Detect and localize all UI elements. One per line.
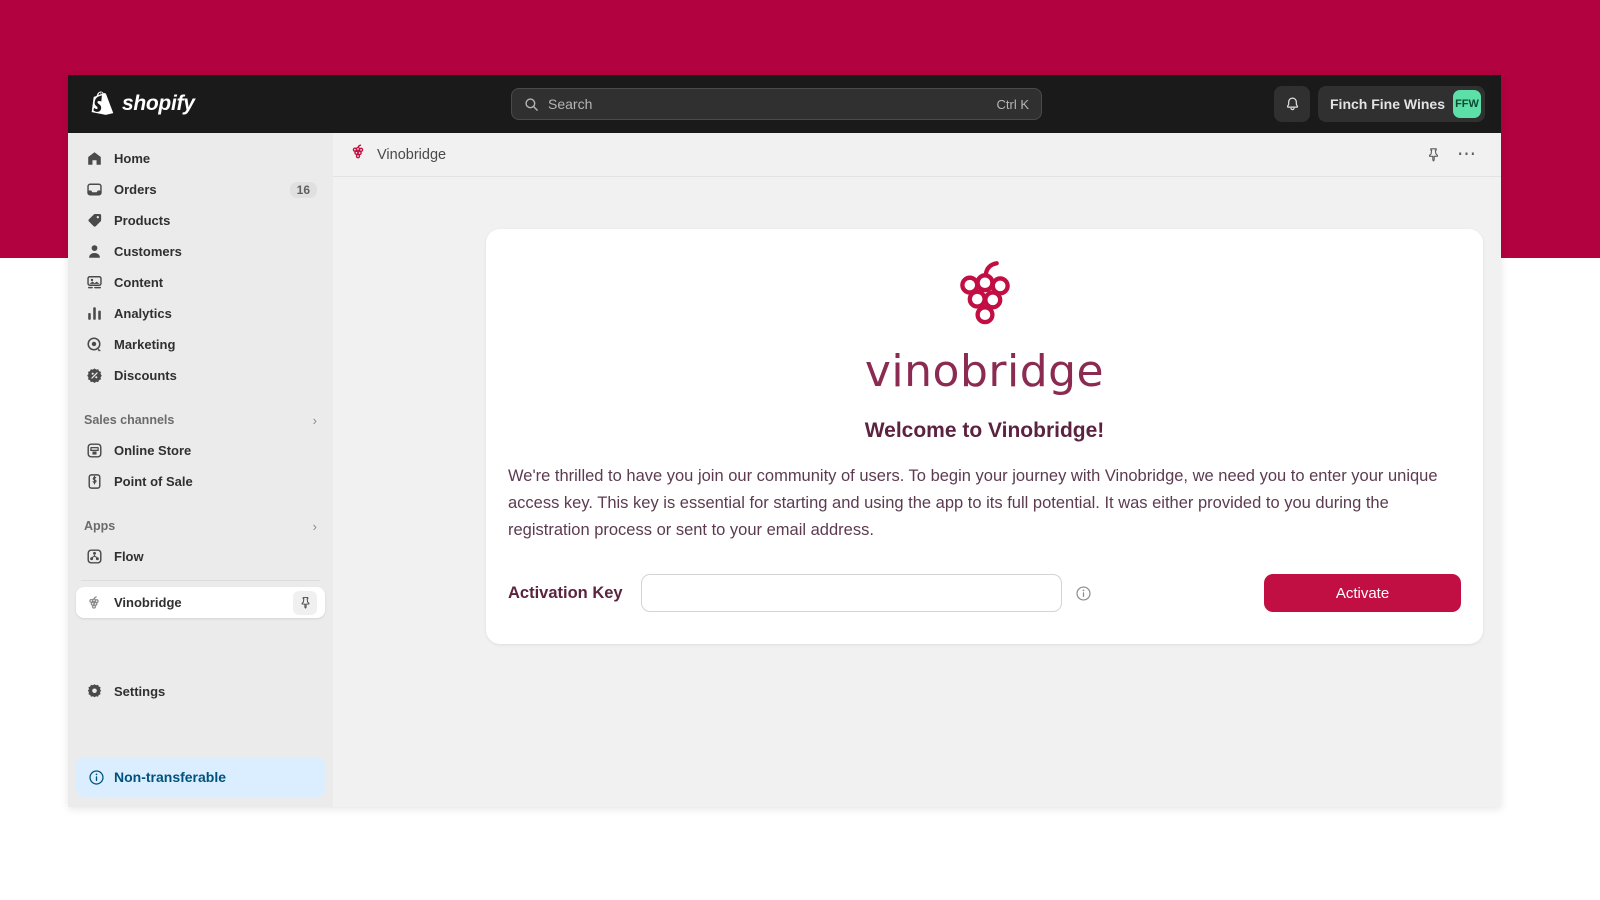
vinobridge-wordmark: vinobridge [864,346,1105,397]
more-options-button[interactable]: ⋯ [1457,145,1477,164]
section-label: Sales channels [84,413,175,427]
sidebar-item-label: Orders [114,182,157,197]
top-bar-right: Finch Fine Wines FFW [1274,86,1485,122]
pin-icon [301,597,309,609]
activation-key-info-button[interactable] [1075,585,1092,602]
sidebar-item-discounts[interactable]: Discounts [76,360,325,391]
sidebar-item-customers[interactable]: Customers [76,236,325,267]
sidebar-item-label: Flow [114,549,144,564]
gear-icon [84,682,104,702]
activation-key-input[interactable] [640,574,1062,612]
activation-card: vinobridge Welcome to Vinobridge! We're … [486,229,1483,644]
sidebar-item-label: Marketing [114,337,176,352]
sidebar-item-label: Online Store [114,443,192,458]
sidebar-item-home[interactable]: Home [76,143,325,174]
sidebar-section-sales-channels[interactable]: Sales channels › [76,405,325,435]
chevron-right-icon: › [312,412,317,428]
shopify-admin-window: shopify Search Ctrl K Finch Fine Wines F… [68,75,1501,807]
sidebar-item-label: Content [114,275,164,290]
search-input[interactable]: Search Ctrl K [511,88,1042,120]
top-bar: shopify Search Ctrl K Finch Fine Wines F… [68,75,1501,133]
sidebar-item-content[interactable]: Content [76,267,325,298]
store-switcher[interactable]: Finch Fine Wines FFW [1318,86,1485,122]
person-icon [84,242,104,262]
grape-icon [84,593,104,613]
shopify-logo[interactable]: shopify [89,91,195,118]
shopify-wordmark: shopify [122,92,195,115]
chevron-right-icon: › [312,518,317,534]
marketing-target-icon [84,335,104,355]
avatar: FFW [1453,90,1481,118]
info-circle-icon [89,769,104,785]
sidebar-section-apps[interactable]: Apps › [76,511,325,541]
sidebar-item-label: Home [114,151,151,166]
activation-key-label: Activation Key [508,583,623,602]
section-label: Apps [84,519,116,533]
discount-percent-icon [84,366,104,386]
store-name: Finch Fine Wines [1330,96,1445,112]
intro-paragraph: We're thrilled to have you join our comm… [508,467,1438,539]
sidebar-item-label: Vinobridge [114,595,182,610]
page-title: Vinobridge [377,146,447,163]
sidebar-item-settings[interactable]: Settings [76,676,325,707]
sidebar-item-label: Discounts [114,368,177,383]
storefront-icon [84,441,104,461]
pin-icon [1429,148,1438,162]
app-header-actions: ⋯ [1426,145,1477,164]
shopify-bag-icon [91,91,114,115]
screen: shopify Search Ctrl K Finch Fine Wines F… [0,0,1600,900]
pin-button[interactable] [293,590,317,615]
product-tag-icon [84,211,104,231]
settings-wrap: Settings [68,676,333,707]
sidebar-item-vinobridge[interactable]: Vinobridge [76,587,325,618]
flow-icon [84,547,104,567]
sidebar-item-label: Products [114,213,171,228]
search-icon [525,97,538,111]
grape-icon [349,143,367,166]
sidebar-divider [81,580,320,581]
info-circle-icon [1076,585,1091,601]
activate-button[interactable]: Activate [1264,574,1461,612]
sidebar-item-analytics[interactable]: Analytics [76,298,325,329]
grape-cluster-logo [946,257,1024,340]
sidebar-item-flow[interactable]: Flow [76,541,325,572]
sidebar-item-label: Point of Sale [114,474,193,489]
crimson-backdrop-right [1500,0,1600,258]
orders-badge: 16 [289,181,317,198]
bar-chart-icon [84,304,104,324]
sidebar-item-label: Customers [114,244,182,259]
sidebar-item-label: Analytics [114,306,172,321]
main-content: Vinobridge ⋯ vinobridge Welcome to Vinob… [333,133,1501,807]
bell-icon [1286,97,1298,110]
sidebar-item-label: Settings [114,684,166,699]
sidebar-item-orders[interactable]: Orders 16 [76,174,325,205]
app-header: Vinobridge ⋯ [333,133,1501,177]
notifications-button[interactable] [1274,86,1310,122]
search-shortcut: Ctrl K [996,96,1030,112]
search-placeholder: Search [548,96,593,112]
welcome-heading: Welcome to Vinobridge! [864,419,1105,442]
sidebar-item-products[interactable]: Products [76,205,325,236]
sidebar: Home Orders 16 Products Customers Conten… [68,133,333,807]
vinobridge-logo-block: vinobridge [486,229,1483,397]
banner-label: Non-transferable [114,769,227,785]
non-transferable-banner[interactable]: Non-transferable [76,757,325,797]
orders-inbox-icon [84,180,104,200]
pin-app-button[interactable] [1426,147,1441,162]
home-icon [84,149,104,169]
sidebar-item-marketing[interactable]: Marketing [76,329,325,360]
sidebar-item-online-store[interactable]: Online Store [76,435,325,466]
pos-icon [84,472,104,492]
sidebar-item-point-of-sale[interactable]: Point of Sale [76,466,325,497]
content-image-icon [84,273,104,293]
activation-form: Activation Key Activate [508,574,1461,612]
